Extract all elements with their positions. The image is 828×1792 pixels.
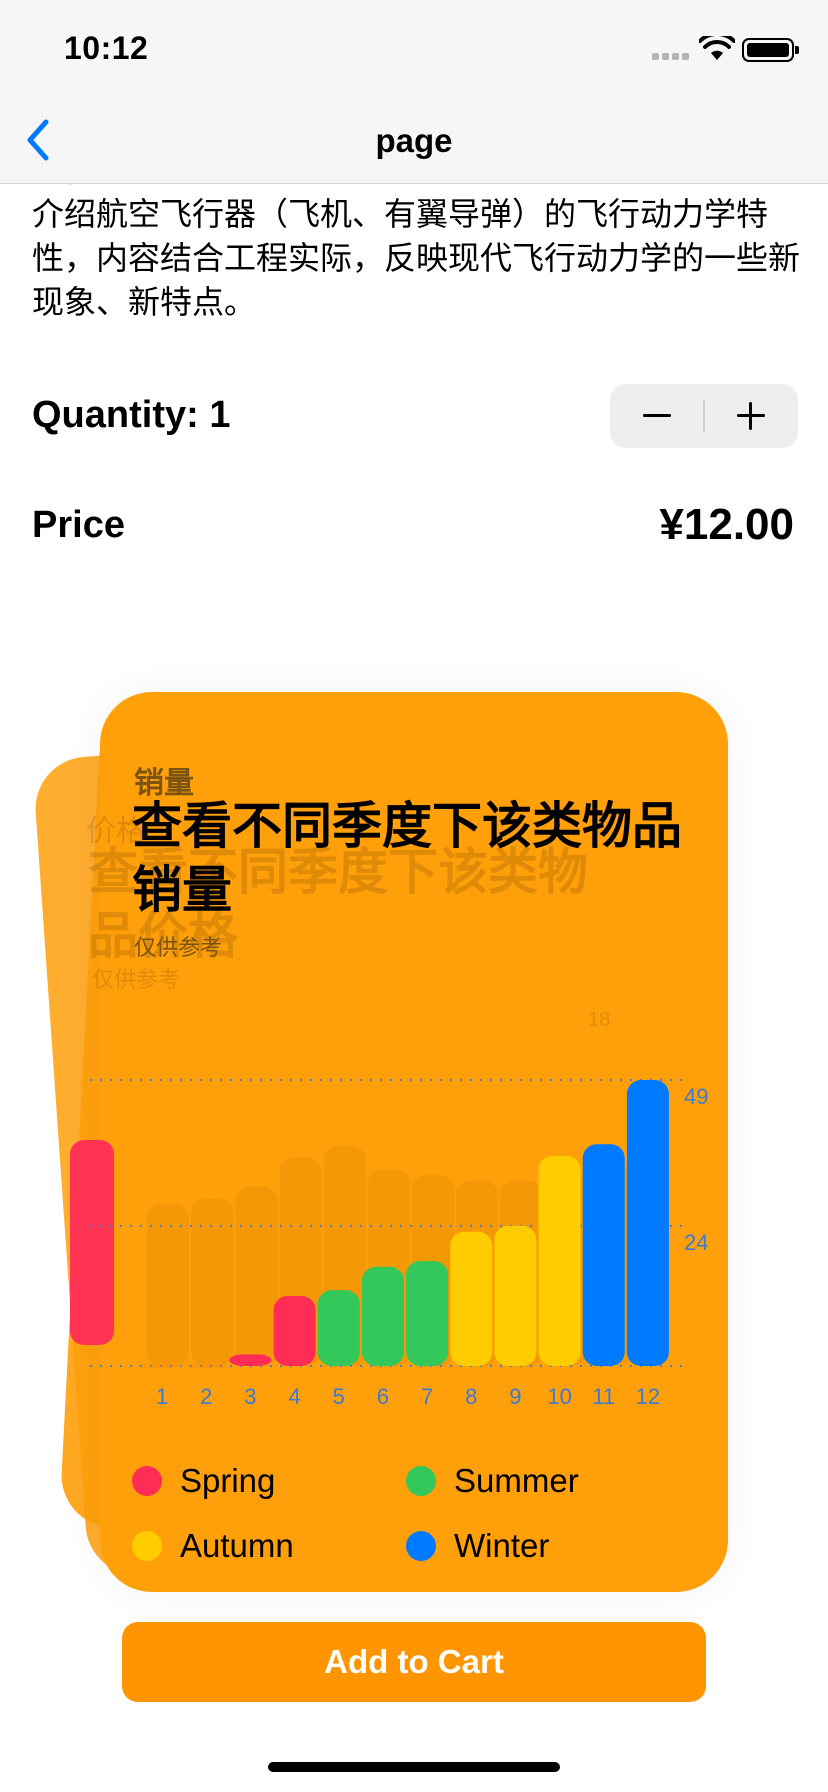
price-value: ¥12.00 [659, 500, 794, 549]
legend-item-summer: Summer [406, 1459, 579, 1503]
status-time: 10:12 [64, 30, 149, 66]
card-subtitle: 仅供参考 [134, 936, 223, 961]
home-indicator [268, 1762, 560, 1772]
bar-month-8 [450, 1231, 493, 1366]
bar-month-10 [538, 1155, 581, 1366]
increment-button[interactable] [704, 384, 798, 448]
page-title: page [375, 122, 453, 159]
bar-month-9 [494, 1225, 537, 1366]
bar-month-7 [406, 1260, 449, 1366]
quantity-label: Quantity: 1 [32, 394, 231, 436]
bar-month-12 [626, 1080, 669, 1366]
legend-item-spring: Spring [132, 1459, 275, 1503]
bar-month-2 [185, 1362, 228, 1369]
sales-bar-chart: 18 1 2 3 4 5 6 7 8 9 10 11 12 4924 [70, 1009, 708, 1409]
bar-month-6 [361, 1266, 404, 1366]
y-tick-label: 49 [684, 1084, 708, 1109]
legend-item-winter: Winter [406, 1524, 549, 1568]
bar-month-4 [273, 1295, 316, 1366]
ghost-tick-label: 18 [588, 1009, 610, 1031]
bar-month-5 [317, 1290, 360, 1366]
ghost-bar [191, 1198, 234, 1366]
ghost-bar [235, 1186, 278, 1366]
x-tick-label: 9 [509, 1384, 521, 1409]
x-tick-label: 4 [288, 1384, 300, 1409]
legend-label: Summer [454, 1462, 579, 1499]
legend-label: Spring [180, 1462, 276, 1499]
add-to-cart-button[interactable]: Add to Cart [122, 1622, 706, 1702]
legend-dot [406, 1531, 436, 1561]
x-tick-label: 11 [592, 1384, 615, 1409]
legend-dot [406, 1466, 436, 1496]
legend-label: Winter [454, 1527, 550, 1564]
decrement-button[interactable] [610, 384, 704, 448]
x-tick-label: 3 [244, 1384, 256, 1409]
y-tick-label: 24 [684, 1230, 708, 1255]
x-tick-label: 10 [547, 1384, 571, 1409]
quantity-stepper [610, 384, 798, 448]
x-tick-label: 8 [465, 1384, 477, 1409]
legend-dot [132, 1466, 162, 1496]
bar-month-3 [229, 1354, 272, 1366]
navigation-bar: 10:12 page [0, 0, 828, 184]
x-tick-label: 7 [421, 1384, 433, 1409]
wifi-icon [699, 36, 735, 60]
legend-dot [132, 1531, 162, 1561]
x-tick-label: 1 [156, 1384, 168, 1409]
x-tick-label: 2 [200, 1384, 212, 1409]
price-label: Price [32, 504, 125, 546]
legend-label: Autumn [180, 1527, 294, 1564]
card-title: 查看不同季度下该类物品销量 [132, 797, 682, 919]
battery-icon [742, 38, 799, 62]
bar-month-1 [141, 1362, 184, 1369]
x-tick-label: 6 [377, 1384, 389, 1409]
legend-item-autumn: Autumn [132, 1524, 294, 1568]
x-tick-label: 12 [636, 1384, 660, 1409]
cellular-signal-icon [652, 50, 690, 60]
ghost-bar [147, 1204, 190, 1366]
bar-month-11 [582, 1144, 625, 1366]
x-tick-label: 5 [333, 1384, 345, 1409]
ghost-bar [70, 1140, 114, 1345]
